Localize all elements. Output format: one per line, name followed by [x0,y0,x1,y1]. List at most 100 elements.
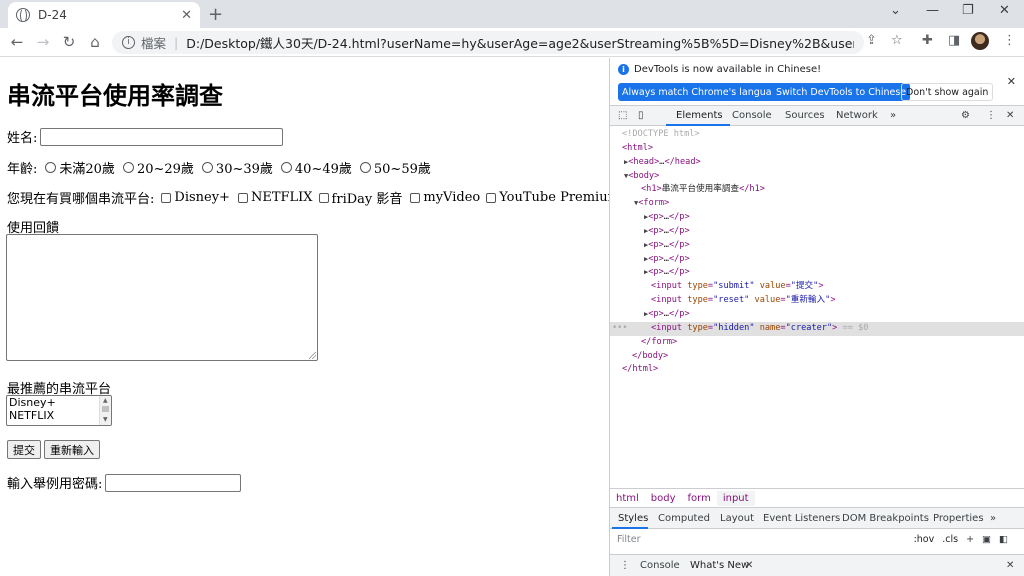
tab-styles[interactable]: Styles [618,513,648,524]
drawer-tab-close-icon[interactable]: ✕ [745,560,753,571]
filter-input[interactable]: Filter [617,534,914,545]
resize-grip-icon[interactable] [309,352,316,359]
breadcrumb: html body form input [610,488,1024,507]
platform-checkbox-4[interactable] [410,192,421,203]
feedback-textarea[interactable] [6,234,318,361]
dom-node[interactable]: </form> [610,336,1024,350]
dom-tree[interactable]: <!DOCTYPE html> <html> ▶<head>…</head> ▼… [610,128,1024,377]
platform-checkbox-5[interactable] [486,192,497,203]
sidebar-toggle-icon[interactable]: ◧ [999,534,1008,545]
close-window-button[interactable]: ✕ [999,3,1010,18]
banner-close-icon[interactable]: ✕ [1007,75,1016,88]
dom-node[interactable]: </body> [610,350,1024,364]
dom-node[interactable]: </html> [610,363,1024,377]
switch-chinese-button[interactable]: Switch DevTools to Chinese [772,83,911,101]
browser-tab[interactable]: D-24 ✕ [8,2,200,28]
new-rule-icon[interactable]: + [966,534,974,545]
dont-show-button[interactable]: Don't show again [901,83,994,101]
dom-node[interactable]: <!DOCTYPE html> [610,128,1024,142]
tab-elements[interactable]: Elements [676,110,723,121]
match-language-button[interactable]: Always match Chrome's language [618,83,788,101]
new-tab-button[interactable]: + [208,4,223,25]
age-radio-4[interactable] [280,162,292,173]
select-option[interactable]: NETFLIX [7,409,111,422]
maximize-button[interactable]: ❐ [962,3,974,18]
menu-icon[interactable]: ⋮ [1003,33,1016,48]
dom-node[interactable]: ▶<p>…</p> [610,266,1024,280]
drawer-tab-console[interactable]: Console [640,560,680,571]
close-drawer-icon[interactable]: ✕ [1006,560,1014,571]
reset-button[interactable]: 重新輸入 [44,440,100,459]
more-tabs-icon[interactable]: » [990,513,996,524]
dom-node[interactable]: ▶<p>…</p> [610,225,1024,239]
dom-node[interactable]: ▶<head>…</head> [610,156,1024,170]
paint-icon[interactable]: ▣ [982,534,991,545]
platform-checkbox-1[interactable] [161,192,172,203]
age-radio-5[interactable] [359,162,371,173]
select-scrollbar[interactable]: ▲ ▼ [99,396,111,425]
tab-console[interactable]: Console [732,110,772,121]
age-radio-1[interactable] [45,162,57,173]
tab-close-icon[interactable]: ✕ [181,8,192,23]
dom-node[interactable]: ▶<p>…</p> [610,211,1024,225]
address-bar[interactable]: i 檔案 | D:/Desktop/鐵人30天/D-24.html?userNa… [112,31,864,54]
recommend-select[interactable]: Disney+ NETFLIX ▲ ▼ [6,395,112,426]
scroll-up-icon[interactable]: ▲ [103,398,108,404]
platform-checkbox-3[interactable] [318,192,329,203]
dom-node[interactable]: <html> [610,142,1024,156]
dom-node[interactable]: <input type="submit" value="提交"> [610,280,1024,294]
dom-node[interactable]: ▶<p>…</p> [610,253,1024,267]
dom-node[interactable]: <h1>串流平台使用率調查</h1> [610,183,1024,197]
tab-layout[interactable]: Layout [720,513,754,524]
breadcrumb-form[interactable]: form [682,491,717,506]
reload-button[interactable]: ↻ [56,33,82,51]
back-button[interactable]: ← [4,33,30,51]
drawer-tab-whats-new[interactable]: What's New [690,560,749,571]
submit-button[interactable]: 提交 [7,440,41,459]
kebab-menu-icon[interactable]: ⋮ [986,110,996,121]
tab-computed[interactable]: Computed [658,513,710,524]
share-icon[interactable]: ⇪ [866,33,877,48]
tab-dom-breakpoints[interactable]: DOM Breakpoints [842,513,929,524]
inspect-icon[interactable]: ⬚ [618,110,627,121]
cls-toggle[interactable]: .cls [942,534,958,545]
extensions-icon[interactable]: ✚ [922,33,933,48]
select-option[interactable]: Disney+ [7,396,111,409]
dom-node[interactable]: <input type="reset" value="重新輸入"> [610,294,1024,308]
tab-event-listeners[interactable]: Event Listeners [763,513,840,524]
scroll-down-icon[interactable]: ▼ [103,417,108,423]
tab-sources[interactable]: Sources [785,110,825,121]
drawer-menu-icon[interactable]: ⋮ [620,560,630,571]
forward-button[interactable]: → [30,33,56,51]
dom-node[interactable]: ▶<p>…</p> [610,239,1024,253]
name-input[interactable] [40,127,284,146]
scroll-thumb[interactable] [102,406,109,412]
hov-toggle[interactable]: :hov [914,534,935,545]
info-icon[interactable]: i [122,36,135,49]
breadcrumb-html[interactable]: html [610,491,645,506]
breadcrumb-input[interactable]: input [716,490,755,506]
settings-gear-icon[interactable]: ⚙ [961,110,970,121]
dom-node[interactable]: ▼<body> [610,170,1024,184]
more-tabs-icon[interactable]: » [890,110,896,121]
tab-properties[interactable]: Properties [933,513,984,524]
sidepanel-icon[interactable]: ◨ [948,33,960,48]
dom-node-selected[interactable]: ••• <input type="hidden" name="creater"> … [610,321,1024,336]
star-icon[interactable]: ☆ [891,33,903,48]
breadcrumb-body[interactable]: body [645,491,682,506]
home-button[interactable]: ⌂ [82,33,108,51]
dom-node[interactable]: ▼<form> [610,197,1024,211]
age-radio-2[interactable] [122,162,134,173]
device-toolbar-icon[interactable]: ▯ [638,110,644,121]
dom-node[interactable]: ▶<p>…</p> [610,308,1024,322]
minimize-button[interactable]: — [926,3,939,18]
security-label: 檔案 [141,36,167,51]
url-text[interactable]: D:/Desktop/鐵人30天/D-24.html?userName=hy&u… [186,33,854,52]
avatar[interactable] [971,32,989,50]
password-input[interactable] [105,473,242,492]
age-radio-3[interactable] [201,162,213,173]
tab-network[interactable]: Network [836,110,878,121]
tab-search-icon[interactable]: ⌄ [890,3,901,18]
platform-checkbox-2[interactable] [237,192,248,203]
close-devtools-icon[interactable]: ✕ [1006,110,1014,121]
